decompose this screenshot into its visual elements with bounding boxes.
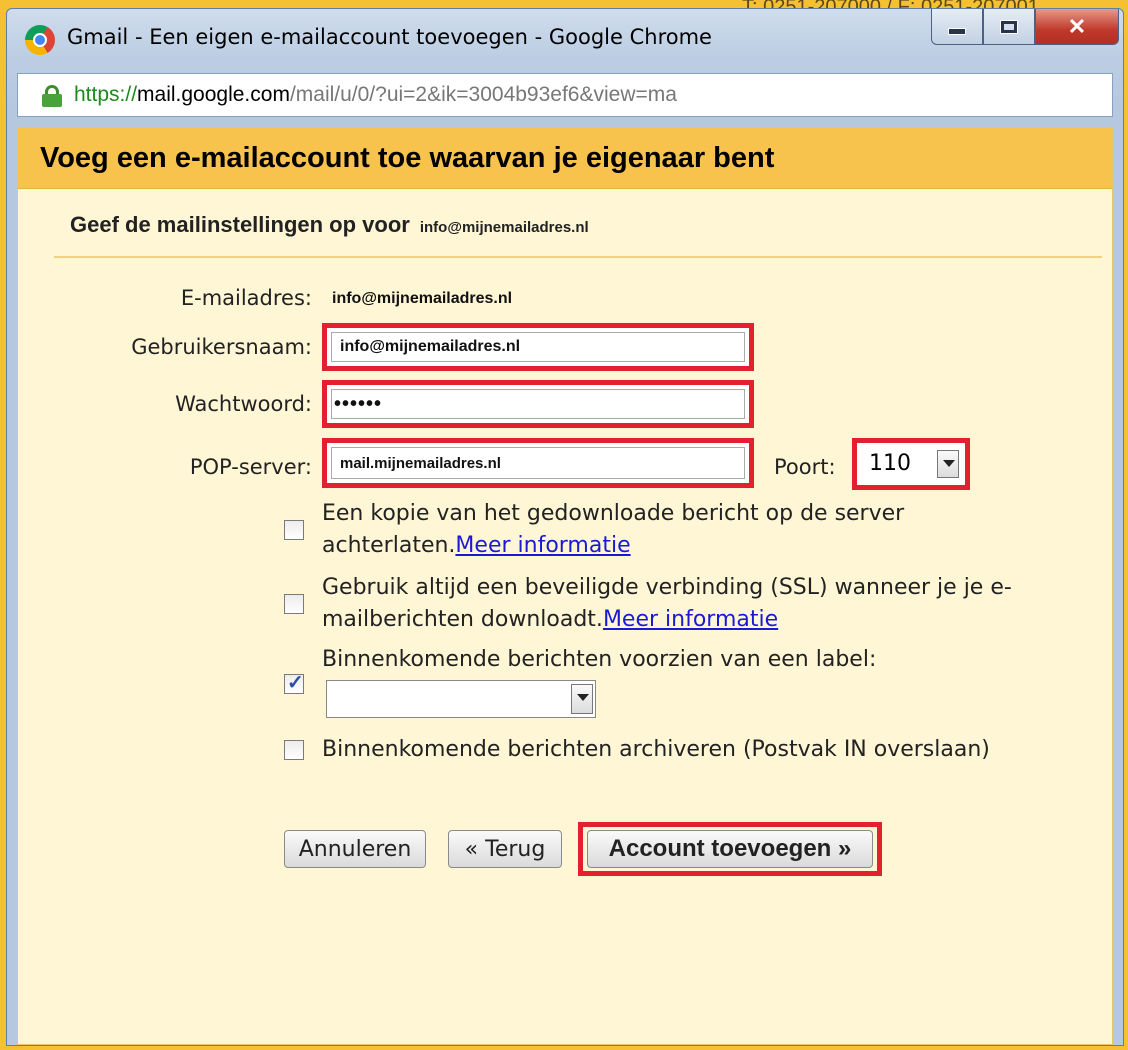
lock-icon [42,85,62,107]
ssl-more-info-link[interactable]: Meer informatie [603,607,778,632]
archive-checkbox[interactable] [284,740,304,760]
username-input[interactable] [331,332,745,362]
section-heading-label: Geef de mailinstellingen op voor [70,212,410,237]
browser-window: Gmail - Een eigen e-mailaccount toevoege… [6,8,1124,1046]
ssl-checkbox[interactable] [284,594,304,614]
dialog-page: Voeg een e-mailaccount toe waarvan je ei… [17,127,1113,1045]
port-highlight: 110 [852,438,970,490]
url-text[interactable]: https://mail.google.com/mail/u/0/?ui=2&i… [74,83,677,107]
ssl-text: Gebruik altijd een beveiligde verbinding… [322,572,1042,636]
add-account-button[interactable]: Account toevoegen » [587,830,873,868]
pop-server-highlight [322,438,754,488]
pop-server-input[interactable] [331,447,745,479]
username-highlight [322,323,754,371]
chrome-logo-icon [25,25,55,55]
email-value: info@mijnemailadres.nl [332,290,513,307]
label-dropdown-icon[interactable] [571,684,593,714]
address-bar[interactable]: https://mail.google.com/mail/u/0/?ui=2&i… [17,73,1113,117]
maximize-icon [1000,19,1018,34]
back-button[interactable]: « Terug [448,830,562,868]
username-label: Gebruikersnaam: [131,335,312,359]
minimize-icon [948,28,966,35]
password-input[interactable] [331,389,745,419]
pop-server-label: POP-server: [189,455,312,479]
keep-copy-text: Een kopie van het gedownloade bericht op… [322,498,1042,562]
section-heading-email: info@mijnemailadres.nl [419,219,589,236]
port-label: Poort: [774,455,836,479]
port-dropdown-icon[interactable] [937,450,959,478]
keep-copy-more-info-link[interactable]: Meer informatie [455,533,630,558]
window-controls: ✕ [931,9,1119,45]
label-checkbox[interactable] [284,670,304,695]
dialog-header: Voeg een e-mailaccount toe waarvan je ei… [18,128,1112,189]
password-highlight [322,380,754,428]
label-text: Binnenkomende berichten voorzien van een… [322,647,877,672]
close-button[interactable]: ✕ [1035,9,1119,45]
label-select[interactable] [326,680,596,718]
url-host: mail.google.com [137,83,290,106]
port-select[interactable]: 110 [861,447,961,481]
url-scheme: https:// [74,83,138,106]
cancel-button[interactable]: Annuleren [284,830,426,868]
minimize-button[interactable] [931,9,983,45]
add-account-highlight: Account toevoegen » [578,822,882,876]
maximize-button[interactable] [983,9,1035,45]
keep-copy-checkbox[interactable] [284,520,304,540]
section-heading: Geef de mailinstellingen op voor info@mij… [70,212,589,238]
window-title: Gmail - Een eigen e-mailaccount toevoege… [67,25,712,49]
page-title: Voeg een e-mailaccount toe waarvan je ei… [40,142,775,174]
close-icon: ✕ [1067,13,1087,39]
archive-text: Binnenkomende berichten archiveren (Post… [322,737,990,762]
url-path: /mail/u/0/?ui=2&ik=3004b93ef6&view=ma [289,83,677,106]
password-label: Wachtwoord: [175,392,312,416]
title-bar[interactable]: Gmail - Een eigen e-mailaccount toevoege… [7,9,1123,69]
email-label: E-mailadres: [180,286,312,310]
section-divider [54,256,1102,258]
port-value: 110 [869,451,911,476]
